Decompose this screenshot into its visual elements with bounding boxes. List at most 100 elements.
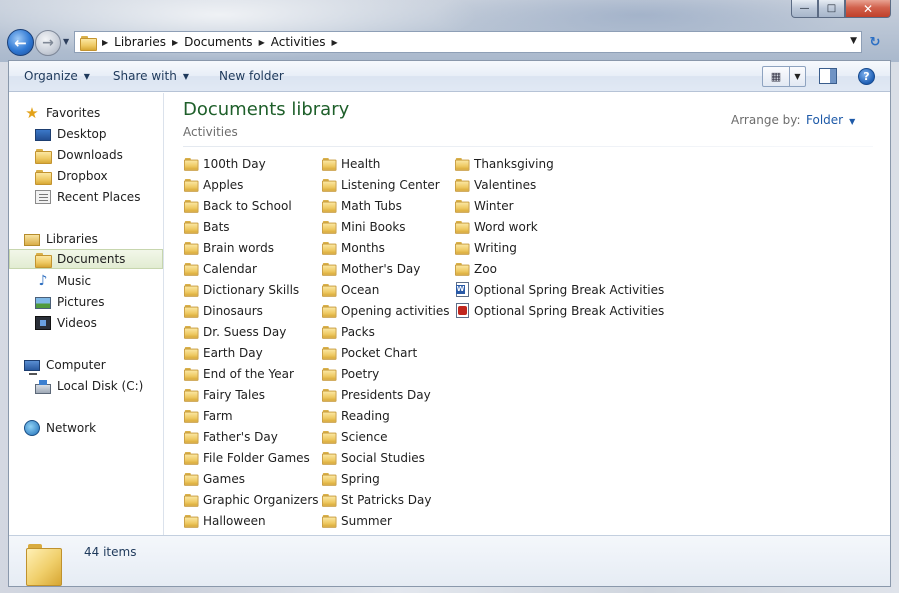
folder-icon: [184, 178, 199, 192]
folder-item[interactable]: Reading: [322, 405, 450, 426]
folder-item[interactable]: End of the Year: [184, 363, 319, 384]
nav-computer[interactable]: Computer: [24, 355, 106, 375]
folder-item[interactable]: Farm: [184, 405, 319, 426]
new-folder-button[interactable]: New folder: [219, 69, 284, 83]
folder-item[interactable]: Fairy Tales: [184, 384, 319, 405]
folder-item[interactable]: Health: [322, 153, 450, 174]
nav-item-documents[interactable]: Documents: [9, 249, 163, 269]
nav-item-pictures[interactable]: Pictures: [35, 292, 105, 312]
folder-item[interactable]: Apples: [184, 174, 319, 195]
close-button[interactable]: ✕: [845, 0, 891, 18]
file-item[interactable]: Optional Spring Break Activities: [455, 300, 664, 321]
folder-icon: [184, 430, 199, 444]
help-icon[interactable]: ?: [858, 68, 875, 85]
folder-item[interactable]: Bats: [184, 216, 319, 237]
folder-icon: [184, 367, 199, 381]
folder-icon: [322, 346, 337, 360]
maximize-button[interactable]: □: [818, 0, 845, 18]
nav-item-recent-places[interactable]: Recent Places: [35, 187, 140, 207]
folder-item[interactable]: Winter: [455, 195, 664, 216]
forward-button[interactable]: →: [35, 30, 61, 56]
folder-item[interactable]: Halloween: [184, 510, 319, 531]
folder-item[interactable]: St Patricks Day: [322, 489, 450, 510]
folder-icon: [322, 409, 337, 423]
folder-item[interactable]: Spring: [322, 468, 450, 489]
folder-item[interactable]: Presidents Day: [322, 384, 450, 405]
folder-item[interactable]: Opening activities: [322, 300, 450, 321]
breadcrumb-activities[interactable]: Activities: [271, 35, 326, 49]
arrange-by-dropdown[interactable]: Folder ▼: [806, 113, 855, 127]
folder-item[interactable]: Pocket Chart: [322, 342, 450, 363]
change-view-button[interactable]: ▦ ▼: [762, 66, 806, 87]
folder-item[interactable]: Graphic Organizers: [184, 489, 319, 510]
folder-item[interactable]: Social Studies: [322, 447, 450, 468]
folder-item[interactable]: Dictionary Skills: [184, 279, 319, 300]
folder-item[interactable]: Months: [322, 237, 450, 258]
item-name: Dictionary Skills: [203, 282, 300, 297]
item-name: Optional Spring Break Activities: [474, 282, 665, 297]
breadcrumb-separator[interactable]: ▶: [259, 38, 265, 47]
folder-item[interactable]: Brain words: [184, 237, 319, 258]
folder-icon: [322, 304, 337, 318]
folder-icon: [322, 178, 337, 192]
folder-icon: [322, 325, 337, 339]
nav-label: Desktop: [57, 127, 107, 141]
folder-item[interactable]: Word work: [455, 216, 664, 237]
view-icon: ▦: [763, 67, 790, 86]
folder-item[interactable]: Mini Books: [322, 216, 450, 237]
folder-item[interactable]: Dinosaurs: [184, 300, 319, 321]
nav-item-local-disk[interactable]: Local Disk (C:): [35, 376, 143, 396]
nav-item-desktop[interactable]: Desktop: [35, 124, 107, 144]
breadcrumb-separator[interactable]: ▶: [331, 38, 337, 47]
breadcrumb-libraries[interactable]: Libraries: [114, 35, 166, 49]
nav-item-downloads[interactable]: Downloads: [35, 145, 123, 165]
folder-item[interactable]: Father's Day: [184, 426, 319, 447]
folder-icon: [322, 283, 337, 297]
folder-icon: [322, 493, 337, 507]
share-with-button[interactable]: Share with ▼: [113, 69, 189, 83]
folder-item[interactable]: Writing: [455, 237, 664, 258]
folder-item[interactable]: Packs: [322, 321, 450, 342]
recent-pages-dropdown[interactable]: ▼: [63, 37, 69, 46]
nav-item-videos[interactable]: Videos: [35, 313, 97, 333]
item-name: 100th Day: [203, 156, 266, 171]
folder-item[interactable]: 100th Day: [184, 153, 319, 174]
folder-item[interactable]: Games: [184, 468, 319, 489]
folder-item[interactable]: Poetry: [322, 363, 450, 384]
folder-item[interactable]: Thanksgiving: [455, 153, 664, 174]
folder-item[interactable]: Listening Center: [322, 174, 450, 195]
folder-item[interactable]: Calendar: [184, 258, 319, 279]
address-bar[interactable]: ▶ Libraries ▶ Documents ▶ Activities ▶ ▼: [74, 31, 862, 53]
nav-network[interactable]: Network: [24, 418, 96, 438]
nav-item-dropbox[interactable]: Dropbox: [35, 166, 108, 186]
folder-item[interactable]: Earth Day: [184, 342, 319, 363]
refresh-button[interactable]: ↻: [864, 31, 886, 53]
folder-item[interactable]: Valentines: [455, 174, 664, 195]
folder-item[interactable]: Zoo: [455, 258, 664, 279]
folder-item[interactable]: File Folder Games: [184, 447, 319, 468]
folder-item[interactable]: Math Tubs: [322, 195, 450, 216]
item-name: Months: [341, 240, 385, 255]
folder-item[interactable]: Summer: [322, 510, 450, 531]
address-history-dropdown[interactable]: ▼: [850, 36, 857, 46]
nav-favorites[interactable]: ★ Favorites: [24, 103, 100, 123]
folder-item[interactable]: Ocean: [322, 279, 450, 300]
folder-item[interactable]: Back to School: [184, 195, 319, 216]
nav-item-music[interactable]: ♪ Music: [35, 271, 92, 291]
breadcrumb-separator[interactable]: ▶: [172, 38, 178, 47]
file-item[interactable]: Optional Spring Break Activities: [455, 279, 664, 300]
breadcrumb-documents[interactable]: Documents: [184, 35, 252, 49]
folder-item[interactable]: Dr. Suess Day: [184, 321, 319, 342]
back-button[interactable]: ←: [7, 29, 34, 56]
breadcrumb-separator[interactable]: ▶: [102, 38, 108, 47]
folder-item[interactable]: Mother's Day: [322, 258, 450, 279]
item-name: Father's Day: [203, 429, 278, 444]
chevron-down-icon[interactable]: ▼: [790, 72, 805, 81]
item-name: Farm: [203, 408, 233, 423]
organize-button[interactable]: Organize ▼: [24, 69, 90, 83]
minimize-button[interactable]: —: [791, 0, 818, 18]
folder-icon: [455, 199, 470, 213]
nav-libraries[interactable]: Libraries: [24, 229, 98, 249]
folder-item[interactable]: Science: [322, 426, 450, 447]
preview-pane-icon[interactable]: [819, 68, 837, 84]
